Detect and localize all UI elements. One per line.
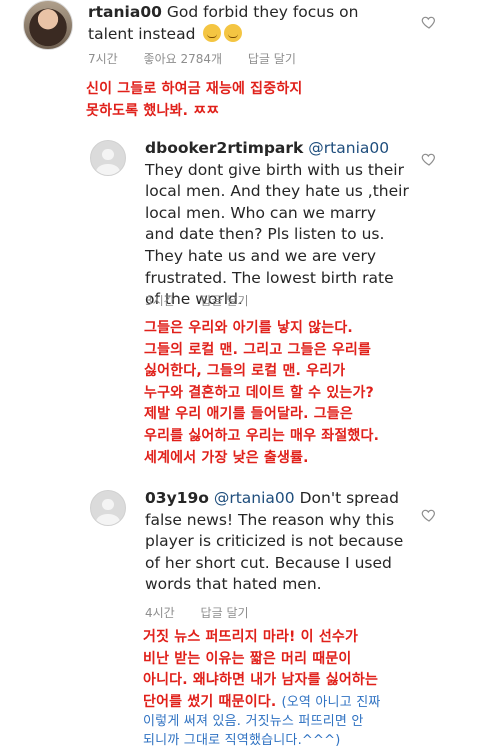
comment-meta-1: 7시간 좋아요 2784개 답글 달기 <box>88 50 318 67</box>
comment-meta-3: 4시간 답글 달기 <box>145 604 271 621</box>
translation-3-last: 단어를 썼기 때문이다. <box>143 693 277 710</box>
comment-body-2: They dont give birth with us their local… <box>145 160 409 309</box>
heart-icon[interactable] <box>421 14 437 30</box>
avatar-rtania00[interactable] <box>23 0 73 50</box>
unamused-face-icon <box>224 23 243 42</box>
translation-2: 그들은 우리와 아기를 낳지 않는다. 그들의 로컬 맨. 그리고 그들은 우리… <box>144 320 380 466</box>
comment-text-3: 03y19o @rtania00 Don't spread false news… <box>145 488 415 596</box>
mention-link[interactable]: @rtania00 <box>214 489 295 507</box>
comment-time: 7시간 <box>88 52 118 66</box>
comment-time: 3시간 <box>145 294 175 308</box>
translator-note-cont: 이렇게 써져 있음. 거짓뉴스 퍼뜨리면 안 되니까 그대로 직역했습니다.^^… <box>143 714 364 748</box>
mention-link[interactable]: @rtania00 <box>308 139 389 157</box>
reply-button[interactable]: 답글 달기 <box>201 606 249 620</box>
translation-1: 신이 그들로 하여금 재능에 집중하지 못하도록 했나봐. ㅉㅉ <box>86 81 303 119</box>
avatar-dbooker2rtimpark[interactable] <box>90 140 126 176</box>
translator-note: (오역 아니고 진짜 <box>281 694 381 710</box>
reply-button[interactable]: 답글 달기 <box>201 294 249 308</box>
avatar-03y19o[interactable] <box>90 490 126 526</box>
comment-text-2: dbooker2rtimpark @rtania00 They dont giv… <box>145 138 410 311</box>
heart-icon[interactable] <box>421 507 437 523</box>
username-rtania00[interactable]: rtania00 <box>88 3 162 21</box>
username-dbooker2rtimpark[interactable]: dbooker2rtimpark <box>145 139 303 157</box>
unamused-face-icon <box>203 23 222 42</box>
like-count[interactable]: 좋아요 2784개 <box>144 52 223 66</box>
comment-meta-2: 3시간 답글 달기 <box>145 292 271 309</box>
reply-button[interactable]: 답글 달기 <box>248 52 296 66</box>
comment-text-1: rtania00 God forbid they focus on talent… <box>88 2 408 45</box>
comment-time: 4시간 <box>145 606 175 620</box>
username-03y19o[interactable]: 03y19o <box>145 489 209 507</box>
translation-3: 거짓 뉴스 퍼뜨리지 마라! 이 선수가 비난 받는 이유는 짧은 머리 때문이… <box>143 629 381 710</box>
heart-icon[interactable] <box>421 151 437 167</box>
